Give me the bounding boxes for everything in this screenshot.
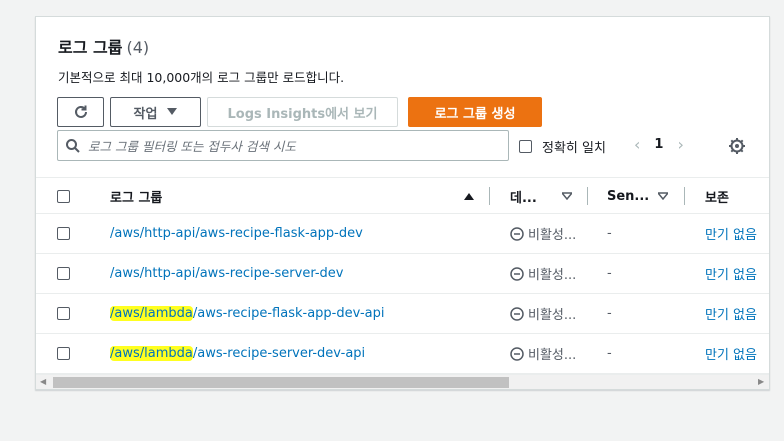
column-header-retention[interactable]: 보존 — [705, 178, 729, 214]
title-text: 로그 그룹 — [58, 38, 123, 57]
log-group-name: /aws/http-api/aws-recipe-flask-app-dev — [110, 226, 363, 241]
log-group-prefix: /aws/lambda — [110, 306, 193, 321]
status-text: 비활성... — [528, 308, 577, 323]
table-row[interactable]: /aws/lambda/aws-recipe-server-dev-api 비활… — [36, 334, 769, 374]
disabled-status-icon — [510, 346, 524, 361]
sensitive-value: - — [607, 306, 612, 321]
table-header: 로그 그룹 데... Sen... 보존 — [36, 177, 769, 214]
preferences-button[interactable] — [728, 137, 746, 159]
status-text: 비활성... — [528, 228, 577, 243]
exact-match-toggle[interactable]: 정확히 일치 — [519, 137, 606, 156]
status-text: 비활성... — [528, 268, 577, 283]
gear-icon — [729, 138, 745, 154]
data-protection-status: 비활성... — [510, 334, 576, 373]
sort-ascending-icon[interactable] — [464, 178, 474, 214]
load-limit-description: 기본적으로 최대 10,000개의 로그 그룹만 로드합니다. — [58, 70, 345, 85]
status-text: 비활성... — [528, 348, 577, 363]
column-header-data[interactable]: 데... — [510, 178, 537, 214]
retention-link[interactable]: 만기 없음 — [705, 294, 757, 333]
actions-label: 작업 — [133, 106, 158, 122]
search-icon — [66, 138, 80, 153]
select-all-checkbox[interactable] — [57, 189, 70, 203]
table-row[interactable]: /aws/lambda/aws-recipe-flask-app-dev-api… — [36, 294, 769, 334]
pagination: ‹ 1 › — [634, 135, 684, 154]
data-protection-status: 비활성... — [510, 214, 576, 253]
current-page[interactable]: 1 — [654, 137, 663, 152]
prev-page-icon[interactable]: ‹ — [634, 135, 640, 154]
disabled-status-icon — [510, 266, 524, 281]
column-header-name[interactable]: 로그 그룹 — [110, 178, 162, 214]
retention-link[interactable]: 만기 없음 — [705, 254, 757, 293]
scrollbar-thumb[interactable] — [53, 377, 509, 388]
sensitive-value: - — [607, 226, 612, 241]
row-checkbox-cell — [57, 334, 70, 373]
row-checkbox-cell — [57, 254, 70, 293]
exact-match-label: 정확히 일치 — [542, 141, 606, 156]
row-checkbox[interactable] — [57, 307, 70, 320]
log-group-name: /aws-recipe-server-dev-api — [192, 346, 366, 361]
refresh-button[interactable] — [57, 97, 104, 127]
log-group-name: /aws/http-api/aws-recipe-server-dev — [110, 266, 344, 281]
retention-link[interactable]: 만기 없음 — [705, 214, 757, 253]
sensitive-value: - — [607, 266, 612, 281]
exact-match-checkbox[interactable] — [519, 140, 532, 153]
caret-down-icon — [167, 108, 178, 115]
table-row[interactable]: /aws/http-api/aws-recipe-server-dev 비활성.… — [36, 254, 769, 294]
column-header-sensitive[interactable]: Sen... — [607, 178, 649, 214]
log-group-search-input[interactable]: 로그 그룹 필터링 또는 접두사 검색 시도 — [57, 130, 509, 161]
log-groups-panel: 로그 그룹 (4) 기본적으로 최대 10,000개의 로그 그룹만 로드합니다.… — [35, 16, 770, 390]
row-checkbox[interactable] — [57, 267, 70, 280]
row-checkbox[interactable] — [57, 227, 70, 240]
column-divider[interactable] — [684, 187, 685, 205]
log-group-name: /aws-recipe-flask-app-dev-api — [192, 306, 385, 321]
data-protection-status: 비활성... — [510, 294, 576, 333]
log-group-prefix: /aws/lambda — [110, 346, 193, 361]
data-protection-status: 비활성... — [510, 254, 576, 293]
log-group-link[interactable]: /aws/lambda/aws-recipe-flask-app-dev-api — [110, 294, 384, 333]
create-log-group-button[interactable]: 로그 그룹 생성 — [408, 97, 542, 127]
column-divider[interactable] — [489, 187, 490, 205]
log-group-link[interactable]: /aws/http-api/aws-recipe-server-dev — [110, 254, 344, 293]
column-divider[interactable] — [587, 187, 588, 205]
table-row[interactable]: /aws/http-api/aws-recipe-flask-app-dev 비… — [36, 214, 769, 254]
disabled-status-icon — [510, 306, 524, 321]
page-title: 로그 그룹 (4) — [58, 34, 149, 58]
scroll-left-icon[interactable]: ◀ — [40, 377, 46, 386]
next-page-icon[interactable]: › — [677, 135, 683, 154]
log-group-link[interactable]: /aws/http-api/aws-recipe-flask-app-dev — [110, 214, 363, 253]
log-group-link[interactable]: /aws/lambda/aws-recipe-server-dev-api — [110, 334, 365, 373]
refresh-icon — [74, 105, 87, 118]
actions-dropdown-button[interactable]: 작업 — [110, 97, 201, 127]
disabled-status-icon — [510, 226, 524, 241]
logs-insights-button[interactable]: Logs Insights에서 보기 — [207, 97, 398, 127]
select-all-cell — [57, 178, 70, 214]
row-checkbox[interactable] — [57, 347, 70, 360]
scroll-right-icon[interactable]: ▶ — [758, 377, 764, 386]
group-count: (4) — [126, 38, 150, 57]
filter-caret-icon[interactable] — [562, 178, 572, 214]
search-placeholder: 로그 그룹 필터링 또는 접두사 검색 시도 — [88, 139, 296, 154]
retention-link[interactable]: 만기 없음 — [705, 334, 757, 373]
horizontal-scrollbar[interactable]: ◀ ▶ — [36, 374, 769, 389]
filter-caret-icon[interactable] — [658, 178, 668, 214]
row-checkbox-cell — [57, 214, 70, 253]
sensitive-value: - — [607, 346, 612, 361]
row-checkbox-cell — [57, 294, 70, 333]
